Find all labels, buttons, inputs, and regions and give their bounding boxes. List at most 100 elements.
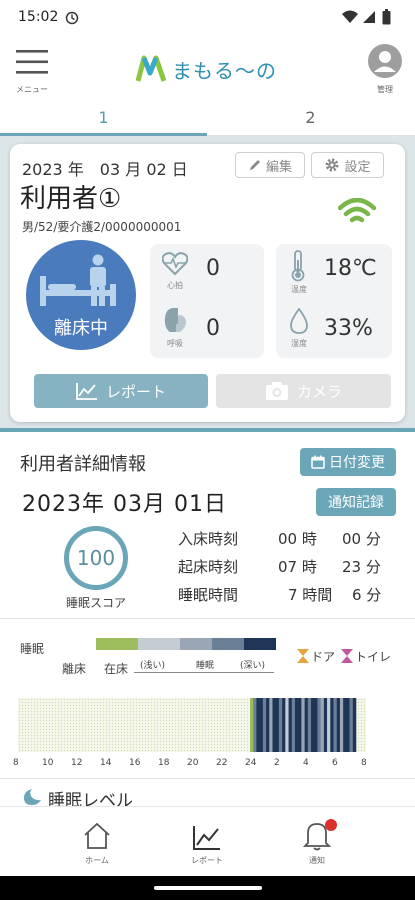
- legend-swatch-shallow: [137, 638, 180, 650]
- x-tick-label: 8: [361, 758, 367, 768]
- menu-label: メニュー: [16, 85, 48, 94]
- timeline-segment: [262, 698, 267, 752]
- timeline-segment: [275, 698, 280, 752]
- legend-mid: 睡眠: [196, 661, 215, 671]
- timeline-segment: [311, 698, 315, 752]
- sleep-time-label: 睡眠時間: [178, 586, 239, 604]
- resident-detail-section: 利用者詳細情報 日付変更 2023年 03月 01日 通知記録 100 睡眠スコ…: [0, 432, 415, 811]
- detail-separator: [0, 618, 415, 619]
- timeline-segment: [317, 698, 321, 752]
- report-button-label: レポート: [105, 382, 166, 401]
- line-chart-icon: [76, 383, 97, 400]
- app-bar: メニュー まもる〜の 管理: [0, 36, 415, 100]
- timeline-segment: [282, 698, 286, 752]
- timeline-segment: [269, 698, 273, 752]
- status-time: 15:02: [18, 9, 59, 25]
- legend-swatch-mid: [211, 638, 244, 650]
- nav-report-label: レポート: [191, 856, 223, 865]
- tab-2[interactable]: 2: [207, 100, 414, 136]
- home-gesture-pill[interactable]: [154, 886, 262, 890]
- timeline-segment: [327, 698, 331, 752]
- timeline-segment: [333, 698, 338, 752]
- legend-swatch-deep: [243, 638, 276, 650]
- bottom-navigation: ホーム レポート 通知: [0, 806, 415, 876]
- sync-icon: [65, 11, 79, 25]
- nav-notifications[interactable]: 通知: [262, 807, 372, 877]
- change-date-label: 日付変更: [329, 455, 385, 471]
- timeline-x-axis: 8 10 12 14 16 18 20 22 24 2 4 6 8: [13, 758, 384, 772]
- timeline-segment: [314, 698, 318, 752]
- report-button[interactable]: レポート: [34, 374, 208, 408]
- legend-out-of-bed: 離床: [62, 662, 87, 676]
- camera-button[interactable]: カメラ: [216, 374, 391, 408]
- timeline-segment: [250, 698, 254, 752]
- door-event-icon: [297, 649, 309, 663]
- edit-button[interactable]: 編集: [235, 152, 305, 178]
- timeline-segment: [278, 698, 283, 752]
- wifi-status-icon: [342, 10, 358, 23]
- home-icon: [84, 822, 110, 849]
- timeline-segment: [298, 698, 302, 752]
- sleep-score-ring: 100: [64, 526, 128, 590]
- bed-status-label: 離床中: [54, 318, 108, 339]
- app-title: まもる〜の: [172, 58, 277, 83]
- timeline-segment: [301, 698, 305, 752]
- edit-label: 編集: [265, 159, 292, 175]
- timeline-segment: [343, 698, 347, 752]
- wake-label: 起床時刻: [178, 558, 239, 576]
- camera-icon: [265, 382, 288, 400]
- card-date: 2023 年 03 月 02 日: [22, 160, 188, 179]
- nav-home-label: ホーム: [85, 856, 109, 865]
- settings-button[interactable]: 設定: [311, 152, 384, 178]
- resident-tabs: 1 2: [0, 100, 415, 136]
- timeline-segment: [346, 698, 350, 752]
- breath-value: 0: [206, 316, 220, 341]
- legend-in-bed: 在床: [104, 662, 129, 676]
- x-tick-label: 24: [245, 758, 257, 768]
- vitals-box: 心拍 0 呼吸 0: [150, 244, 264, 358]
- bed-in-label: 入床時刻: [178, 530, 239, 548]
- detail-section-title: 利用者詳細情報: [20, 454, 146, 475]
- wake-hour: 07 時: [278, 558, 317, 576]
- status-bar: 15:02: [0, 0, 415, 36]
- sleep-time-minutes: 6 分: [352, 586, 382, 604]
- nav-report[interactable]: レポート: [152, 807, 262, 877]
- x-tick-label: 14: [100, 758, 112, 768]
- detail-date: 2023年 03月 01日: [22, 492, 227, 517]
- legend-sleep-label: 睡眠: [20, 642, 45, 656]
- notification-log-button[interactable]: 通知記録: [316, 488, 396, 516]
- tab-1[interactable]: 1: [0, 100, 207, 136]
- timeline-bars: [250, 698, 357, 752]
- moon-sleep-icon: [24, 789, 41, 805]
- x-tick-label: 10: [42, 758, 54, 768]
- nav-home[interactable]: ホーム: [42, 807, 152, 877]
- change-date-button[interactable]: 日付変更: [300, 448, 396, 476]
- timeline-segment: [304, 698, 309, 752]
- wifi-connected-icon: [338, 198, 376, 223]
- environment-box: 温度 18℃ 湿度 33%: [276, 244, 392, 358]
- bed-in-hour: 00 時: [278, 530, 317, 548]
- resident-card: 2023 年 03 月 02 日 編集 設定 利用者① 男/52/要介護2/00…: [10, 144, 405, 422]
- x-tick-label: 6: [332, 758, 338, 768]
- x-tick-label: 22: [216, 758, 228, 768]
- app-logo: まもる〜の: [136, 52, 277, 86]
- bed-status-badge: 離床中: [26, 240, 136, 350]
- gear-icon: [325, 158, 339, 172]
- pencil-icon: [249, 160, 260, 170]
- temperature-value: 18℃: [324, 256, 377, 281]
- timeline-segment: [307, 698, 312, 752]
- humidity-value: 33%: [324, 316, 373, 341]
- battery-icon: [382, 9, 391, 25]
- toilet-event-icon: [341, 649, 353, 663]
- calendar-icon: [311, 455, 325, 469]
- timeline-segment: [256, 698, 260, 752]
- timeline-separator: [0, 778, 415, 779]
- breath-label: 呼吸: [167, 339, 183, 348]
- timeline-segment: [336, 698, 341, 752]
- sleep-score-label: 睡眠スコア: [65, 596, 126, 610]
- admin-button[interactable]: 管理: [365, 44, 405, 96]
- menu-button[interactable]: メニュー: [12, 44, 52, 94]
- user-account-icon: [368, 44, 402, 78]
- timeline-segment: [272, 698, 276, 752]
- bed-person-icon: [40, 254, 116, 306]
